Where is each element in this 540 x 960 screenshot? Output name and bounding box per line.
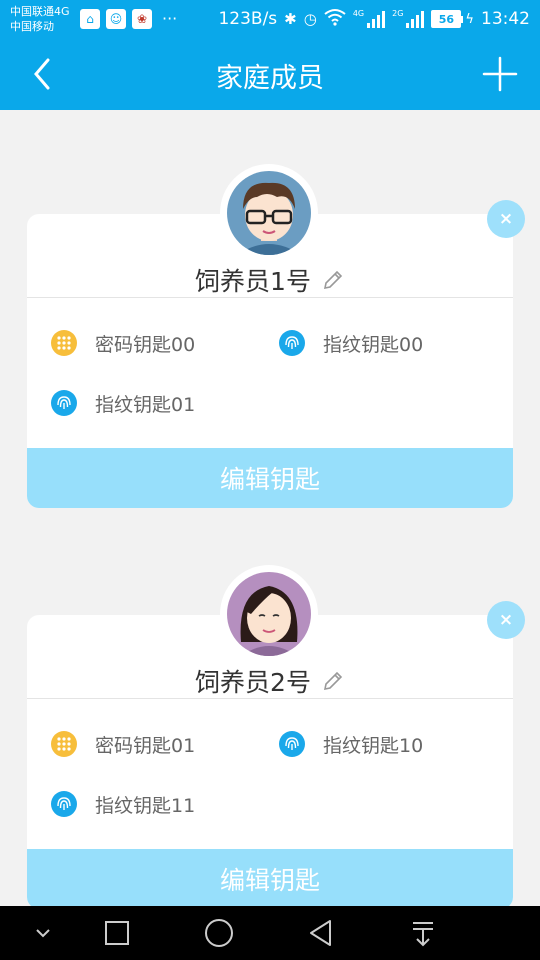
add-member-button[interactable] [482,56,518,92]
system-nav-bar [0,906,540,960]
battery-icon: 56 ϟ [431,10,474,28]
back-nav-button[interactable] [306,918,336,948]
member-name: 饲养员2号 [195,668,311,697]
member-name-row: 饲养员2号 [27,664,513,698]
notification-icons: ⌂ ☺ ❀ ··· [80,9,177,29]
key-label: 指纹钥匙10 [323,734,424,757]
key-item[interactable]: 指纹钥匙10 [279,729,423,759]
battery-level: 56 [431,10,462,28]
edit-keys-button[interactable]: 编辑钥匙 [27,849,513,909]
app-header: 家庭成员 [0,38,540,110]
alarm-icon: ◷ [303,10,317,28]
avatar[interactable] [220,164,318,262]
charging-icon: ϟ [465,11,474,27]
triangle-back-icon [310,920,331,946]
fingerprint-icon [51,390,77,416]
hide-nav-button[interactable] [28,918,58,948]
pencil-icon[interactable] [321,268,345,292]
page-title: 家庭成员 [216,63,324,94]
square-icon [105,921,129,945]
fingerprint-icon [279,731,305,757]
network-type-2: 2G [392,8,404,18]
fingerprint-icon [51,791,77,817]
member-card: × 饲养员1号 密码钥匙00 指纹钥匙00 指纹钥匙01 编辑钥匙 [27,164,525,508]
signal-bars-1-icon [367,10,386,28]
member-name: 饲养员1号 [195,267,311,296]
carrier-info: 中国联通4G 中国移动 [10,4,70,34]
bluetooth-icon: ✱ [284,10,297,28]
member-card: × 饲养员2号 密码钥匙01 指纹钥匙10 指纹钥匙11 编辑钥匙 [27,565,525,909]
avatar[interactable] [220,565,318,663]
recents-button[interactable] [102,918,132,948]
member-name-row: 饲养员1号 [27,263,513,297]
mascot-app-icon: ❀ [132,9,152,29]
chevron-down-icon [36,929,50,938]
key-item[interactable]: 指纹钥匙01 [51,388,195,418]
key-label: 密码钥匙00 [95,333,196,356]
pencil-icon[interactable] [321,669,345,693]
status-right: 123B/s ✱ ◷ 4G 2G 56 ϟ 13:42 [218,8,530,30]
carrier-1: 中国联通4G [10,5,70,18]
key-label: 指纹钥匙11 [95,794,196,817]
key-item[interactable]: 密码钥匙01 [51,729,195,759]
wifi-icon [324,8,346,30]
circle-icon [205,919,233,947]
pull-down-icon [413,922,433,947]
qq-app-icon: ☺ [106,9,126,29]
male-avatar-icon [227,171,311,255]
key-label: 指纹钥匙01 [95,393,196,416]
notification-pull-button[interactable] [408,918,438,948]
home-app-icon: ⌂ [80,9,100,29]
key-item[interactable]: 密码钥匙00 [51,328,195,358]
network-speed: 123B/s [218,9,278,29]
status-bar: 中国联通4G 中国移动 ⌂ ☺ ❀ ··· 123B/s ✱ ◷ 4G 2G 5… [0,0,540,38]
edit-keys-button[interactable]: 编辑钥匙 [27,448,513,508]
key-label: 指纹钥匙00 [323,333,424,356]
key-label: 密码钥匙01 [95,734,196,757]
carrier-2: 中国移动 [10,20,54,33]
delete-member-button[interactable]: × [487,200,525,238]
key-item[interactable]: 指纹钥匙00 [279,328,423,358]
clock: 13:42 [481,9,530,29]
signal-bars-2-icon [406,10,425,28]
keypad-icon [51,731,77,757]
divider [27,297,513,298]
network-type-1: 4G [352,8,365,18]
more-notifications-icon: ··· [162,9,178,28]
delete-member-button[interactable]: × [487,601,525,639]
divider [27,698,513,699]
fingerprint-icon [279,330,305,356]
home-button[interactable] [204,918,234,948]
keypad-icon [51,330,77,356]
key-item[interactable]: 指纹钥匙11 [51,789,195,819]
plus-icon [482,56,518,92]
female-avatar-icon [227,572,311,656]
